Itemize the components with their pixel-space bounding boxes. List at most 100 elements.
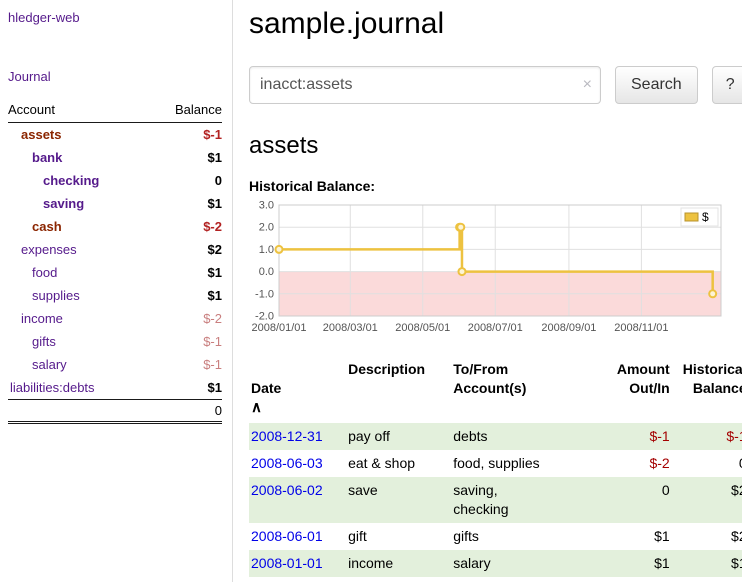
svg-text:0.0: 0.0 <box>259 266 274 278</box>
account-row: expenses$2 <box>8 238 222 261</box>
register-date-link[interactable]: 2008-06-02 <box>251 482 323 498</box>
svg-text:-1.0: -1.0 <box>255 288 274 300</box>
register-balance: $2 <box>672 523 742 550</box>
sidebar: hledger-web Journal Account Balance asse… <box>0 0 233 582</box>
account-link[interactable]: expenses <box>21 242 77 257</box>
account-row: cash $-2 <box>8 215 222 238</box>
account-balance: $-2 <box>149 307 222 330</box>
register-accounts: gifts <box>451 523 595 550</box>
account-row: salary $-1 <box>8 353 222 376</box>
account-balance: $1 <box>149 261 222 284</box>
register-date-link[interactable]: 2008-12-31 <box>251 428 323 444</box>
svg-text:2008/01/01: 2008/01/01 <box>251 322 306 334</box>
register-date-link[interactable]: 2008-06-03 <box>251 455 323 471</box>
nav-journal-link[interactable]: Journal <box>8 69 51 84</box>
account-link[interactable]: liabilities:debts <box>10 380 95 395</box>
account-row: gifts$-1 <box>8 330 222 353</box>
register-header-balance: Historical Balance <box>672 358 742 423</box>
register-description: pay off <box>346 423 451 450</box>
main-content: sample.journal × Search ? assets Histori… <box>233 0 742 582</box>
register-description: income <box>346 550 451 577</box>
account-link[interactable]: salary <box>32 357 67 372</box>
svg-text:2008/11/01: 2008/11/01 <box>614 322 668 334</box>
app-title-link[interactable]: hledger-web <box>8 10 80 25</box>
account-link[interactable]: food <box>32 265 57 280</box>
page-title: sample.journal <box>249 6 742 42</box>
search-input[interactable] <box>249 66 601 104</box>
register-table: Date ∧ Description To/From Account(s) Am… <box>249 358 742 577</box>
register-row: 2008-01-01incomesalary$1$1 <box>249 550 742 577</box>
account-balance: $1 <box>149 284 222 307</box>
svg-text:2008/09/01: 2008/09/01 <box>541 322 596 334</box>
accounts-total-spacer <box>8 400 149 423</box>
register-amount: $-1 <box>595 423 672 450</box>
account-link[interactable]: gifts <box>32 334 56 349</box>
register-amount: $1 <box>595 550 672 577</box>
svg-text:2008/05/01: 2008/05/01 <box>395 322 450 334</box>
svg-text:1.0: 1.0 <box>259 244 274 256</box>
register-header-date-label: Date <box>251 380 281 396</box>
account-row: bank $1 <box>8 146 222 169</box>
account-row: saving $1 <box>8 192 222 215</box>
account-balance: 0 <box>149 169 222 192</box>
account-row: food $1 <box>8 261 222 284</box>
register-date-link[interactable]: 2008-06-01 <box>251 528 323 544</box>
register-header-accounts: To/From Account(s) <box>451 358 595 423</box>
register-date-cell: 2008-01-01 <box>249 550 346 577</box>
account-balance: $1 <box>149 146 222 169</box>
register-amount: 0 <box>595 477 672 523</box>
svg-text:2008/07/01: 2008/07/01 <box>468 322 523 334</box>
account-link[interactable]: cash <box>32 219 62 234</box>
register-date-link[interactable]: 2008-01-01 <box>251 555 323 571</box>
register-accounts: food, supplies <box>451 450 595 477</box>
register-accounts: debts <box>451 423 595 450</box>
app-window: hledger-web Journal Account Balance asse… <box>0 0 742 582</box>
clear-search-icon[interactable]: × <box>583 77 592 93</box>
svg-text:$: $ <box>702 210 709 224</box>
accounts-body: assets$-1bank$1checking0saving$1cash$-2e… <box>8 123 222 400</box>
register-row: 2008-06-03eat & shopfood, supplies$-20 <box>249 450 742 477</box>
account-link[interactable]: bank <box>32 150 62 165</box>
account-link[interactable]: checking <box>43 173 99 188</box>
account-link[interactable]: income <box>21 311 63 326</box>
register-balance: $2 <box>672 477 742 523</box>
register-row: 2008-12-31pay offdebts$-1$-1 <box>249 423 742 450</box>
register-amount: $1 <box>595 523 672 550</box>
account-heading: assets <box>249 132 742 160</box>
accounts-total-row: 0 <box>8 400 222 423</box>
register-header-date[interactable]: Date ∧ <box>249 358 346 423</box>
register-date-cell: 2008-06-02 <box>249 477 346 523</box>
sort-ascending-icon[interactable]: ∧ <box>251 399 262 416</box>
svg-text:2008/03/01: 2008/03/01 <box>323 322 378 334</box>
register-balance: 0 <box>672 450 742 477</box>
account-row: checking 0 <box>8 169 222 192</box>
register-accounts: salary <box>451 550 595 577</box>
register-header-amount: Amount Out/In <box>595 358 672 423</box>
register-description: save <box>346 477 451 523</box>
account-balance: $1 <box>149 192 222 215</box>
register-date-cell: 2008-06-03 <box>249 450 346 477</box>
svg-text:-2.0: -2.0 <box>255 311 274 323</box>
register-header-description: Description <box>346 358 451 423</box>
register-accounts: saving, checking <box>451 477 595 523</box>
register-amount: $-2 <box>595 450 672 477</box>
register-date-cell: 2008-12-31 <box>249 423 346 450</box>
register-date-cell: 2008-06-01 <box>249 523 346 550</box>
search-bar: × Search ? <box>249 66 742 104</box>
account-balance: $-2 <box>149 215 222 238</box>
register-description: gift <box>346 523 451 550</box>
account-balance: $-1 <box>149 353 222 376</box>
account-link[interactable]: saving <box>43 196 84 211</box>
account-link[interactable]: assets <box>21 127 61 142</box>
accounts-total-value: 0 <box>149 400 222 423</box>
account-link[interactable]: supplies <box>32 288 80 303</box>
historical-balance-chart: 3.02.01.00.0-1.0-2.02008/01/012008/03/01… <box>249 198 729 340</box>
account-row: income $-2 <box>8 307 222 330</box>
svg-text:3.0: 3.0 <box>259 200 274 212</box>
accounts-header-account: Account <box>8 100 149 123</box>
chart-title: Historical Balance: <box>249 178 742 194</box>
help-button[interactable]: ? <box>712 66 742 104</box>
account-row: supplies $1 <box>8 284 222 307</box>
search-button[interactable]: Search <box>615 66 698 104</box>
register-body: 2008-12-31pay offdebts$-1$-12008-06-03ea… <box>249 423 742 577</box>
